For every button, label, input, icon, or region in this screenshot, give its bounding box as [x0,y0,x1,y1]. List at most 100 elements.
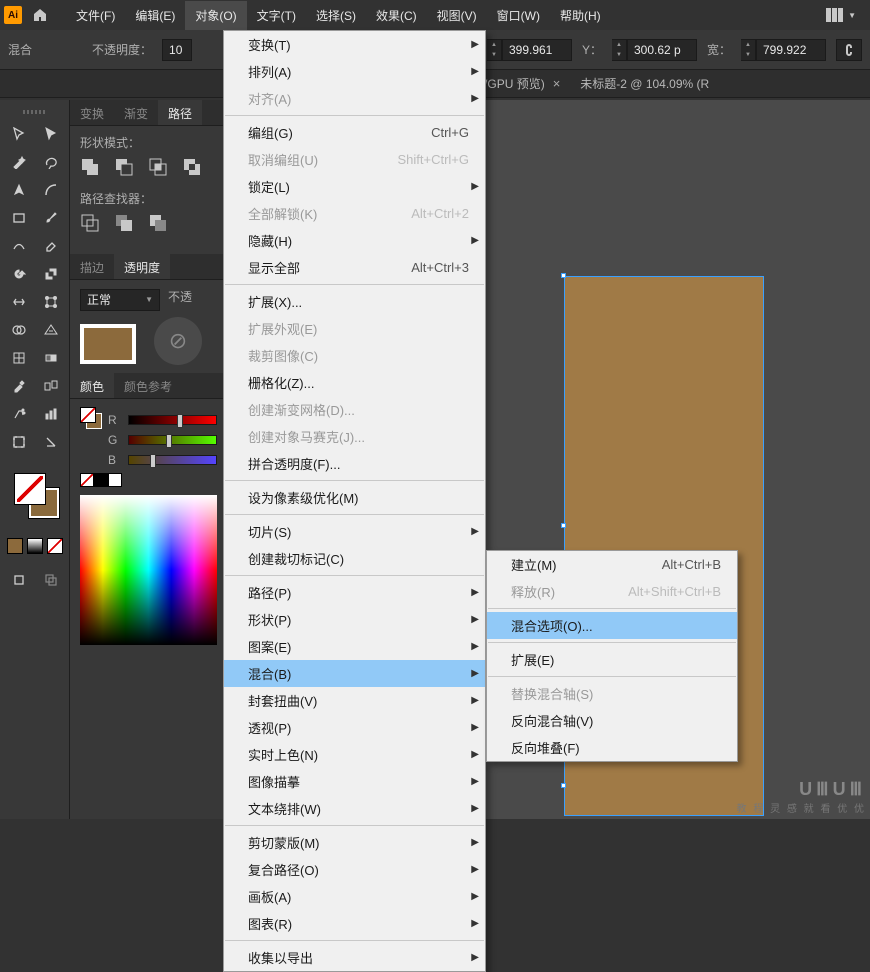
menu-type[interactable]: 文字(T) [247,1,306,30]
y-field[interactable]: ▲▼ 300.62 p [612,39,697,61]
intersect-icon[interactable] [148,157,168,180]
blend-mode-select[interactable]: 正常▼ [80,289,160,311]
perspective-grid-tool[interactable] [35,316,67,344]
link-whw-icon[interactable] [836,39,862,61]
b-slider[interactable] [128,455,217,465]
step-down-icon[interactable]: ▼ [612,50,626,60]
step-up-icon[interactable]: ▲ [741,40,755,50]
eyedropper-tool[interactable] [3,372,35,400]
mi-clipping-mask[interactable]: 剪切蒙版(M)▶ [224,829,485,856]
free-transform-tool[interactable] [35,288,67,316]
panel-fill-swatch[interactable] [80,407,96,423]
step-up-icon[interactable]: ▲ [612,40,626,50]
home-icon[interactable] [32,7,48,23]
tab-pathfinder[interactable]: 路径 [158,100,202,125]
mi-flatten-transparency[interactable]: 拼合透明度(F)... [224,450,485,477]
mi-transform[interactable]: 变换(T)▶ [224,31,485,58]
divide-icon[interactable] [80,213,100,236]
draw-normal-icon[interactable] [3,566,35,594]
exclude-icon[interactable] [182,157,202,180]
menu-object[interactable]: 对象(O) [185,1,246,30]
workspace-switcher[interactable]: ▼ [826,8,866,22]
mi-text-wrap[interactable]: 文本绕排(W)▶ [224,795,485,822]
lasso-tool[interactable] [35,148,67,176]
w-input[interactable]: 799.922 [756,39,826,61]
close-tab-icon[interactable]: × [553,76,561,91]
trim-icon[interactable] [114,213,134,236]
mi-blend[interactable]: 混合(B)▶ [224,660,485,687]
shape-builder-tool[interactable] [3,316,35,344]
g-slider[interactable] [128,435,217,445]
menu-help[interactable]: 帮助(H) [550,1,611,30]
mi-show-all[interactable]: 显示全部Alt+Ctrl+3 [224,254,485,281]
step-down-icon[interactable]: ▼ [741,50,755,60]
menu-effect[interactable]: 效果(C) [366,1,427,30]
mi-group[interactable]: 编组(G)Ctrl+G [224,119,485,146]
x-field[interactable]: ▲▼ 399.961 [487,39,572,61]
mi-compound-path[interactable]: 复合路径(O)▶ [224,856,485,883]
rectangle-tool[interactable] [3,204,35,232]
blend-tool[interactable] [35,372,67,400]
mi-align[interactable]: 对齐(A)▶ [224,85,485,112]
handle[interactable] [561,273,566,278]
none-chip[interactable] [47,538,63,554]
gradient-tool[interactable] [35,344,67,372]
transparency-thumb[interactable] [80,324,136,364]
slice-tool[interactable] [35,428,67,456]
step-up-icon[interactable]: ▲ [487,40,501,50]
toolbox-grabber[interactable] [23,110,47,114]
shaper-tool[interactable] [3,232,35,260]
tab-color-guide[interactable]: 颜色参考 [114,373,182,398]
mi-live-paint[interactable]: 实时上色(N)▶ [224,741,485,768]
mi-hide[interactable]: 隐藏(H)▶ [224,227,485,254]
mi-arrange[interactable]: 排列(A)▶ [224,58,485,85]
mi-path[interactable]: 路径(P)▶ [224,579,485,606]
handle[interactable] [561,523,566,528]
color-chip[interactable] [7,538,23,554]
tab-transform[interactable]: 变换 [70,100,114,125]
merge-icon[interactable] [148,213,168,236]
gradient-chip[interactable] [27,538,43,554]
mi-graph[interactable]: 图表(R)▶ [224,910,485,937]
tab-color[interactable]: 颜色 [70,373,114,398]
mi-expand[interactable]: 扩展(X)... [224,288,485,315]
tab-transparency[interactable]: 透明度 [114,254,170,279]
mi-blend-expand[interactable]: 扩展(E) [487,646,737,673]
menu-select[interactable]: 选择(S) [306,1,366,30]
mesh-tool[interactable] [3,344,35,372]
tab-stroke[interactable]: 描边 [70,254,114,279]
color-spectrum[interactable] [80,495,217,645]
mi-lock[interactable]: 锁定(L)▶ [224,173,485,200]
mi-pixel-perfect[interactable]: 设为像素级优化(M) [224,484,485,511]
magic-wand-tool[interactable] [3,148,35,176]
mi-image-trace[interactable]: 图像描摹▶ [224,768,485,795]
menu-edit[interactable]: 编辑(E) [125,1,185,30]
curvature-tool[interactable] [35,176,67,204]
mi-blend-make[interactable]: 建立(M)Alt+Ctrl+B [487,551,737,578]
scale-tool[interactable] [35,260,67,288]
opacity-input[interactable]: 10 [162,39,192,61]
direct-selection-tool[interactable] [35,120,67,148]
none-swatch[interactable] [80,473,94,487]
tab-gradient[interactable]: 渐变 [114,100,158,125]
menu-view[interactable]: 视图(V) [427,1,487,30]
mi-artboards[interactable]: 画板(A)▶ [224,883,485,910]
mi-reverse-spine[interactable]: 反向混合轴(V) [487,707,737,734]
step-down-icon[interactable]: ▼ [487,50,501,60]
handle[interactable] [561,783,566,788]
mi-collect-export[interactable]: 收集以导出▶ [224,944,485,971]
mi-trim-marks[interactable]: 创建裁切标记(C) [224,545,485,572]
doc-tab-2[interactable]: 未标题-2 @ 104.09% (R [580,75,709,92]
mi-envelope[interactable]: 封套扭曲(V)▶ [224,687,485,714]
draw-behind-icon[interactable] [35,566,67,594]
x-input[interactable]: 399.961 [502,39,572,61]
mi-reverse-stack[interactable]: 反向堆叠(F) [487,734,737,761]
mi-pattern[interactable]: 图案(E)▶ [224,633,485,660]
column-graph-tool[interactable] [35,400,67,428]
y-input[interactable]: 300.62 p [627,39,697,61]
width-tool[interactable] [3,288,35,316]
rotate-tool[interactable] [3,260,35,288]
artboard-tool[interactable] [3,428,35,456]
mi-rasterize[interactable]: 栅格化(Z)... [224,369,485,396]
mi-slice[interactable]: 切片(S)▶ [224,518,485,545]
